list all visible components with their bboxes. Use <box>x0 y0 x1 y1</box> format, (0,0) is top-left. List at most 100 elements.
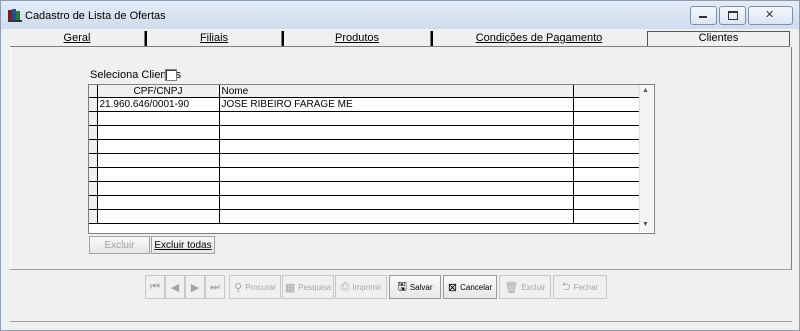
table-row[interactable] <box>89 195 640 210</box>
table-row[interactable] <box>89 139 640 154</box>
minimize-icon <box>699 16 707 18</box>
procurar-button[interactable]: ⚲ Procurar <box>229 275 281 299</box>
last-record-button[interactable]: ⏭ <box>205 275 225 299</box>
cell-extra[interactable] <box>573 195 640 210</box>
clients-grid[interactable]: CPF/CNPJ Nome 21.960.646/0001-90 JOSE RIB… <box>88 84 655 234</box>
table-row[interactable] <box>89 209 640 224</box>
row-indicator <box>89 125 98 140</box>
cell-extra[interactable] <box>573 153 640 168</box>
title-bar: Cadastro de Lista de Ofertas ✕ <box>1 1 799 29</box>
seleciona-clientes-checkbox[interactable] <box>165 69 177 81</box>
cell-nome[interactable] <box>219 181 574 196</box>
column-header-cpf-cnpj[interactable]: CPF/CNPJ <box>97 85 220 98</box>
bottom-divider <box>10 321 792 322</box>
cell-cpf-cnpj[interactable] <box>97 111 220 126</box>
save-icon: 🖫 <box>397 280 407 293</box>
previous-icon: ◀ <box>170 281 180 294</box>
cancelar-label: Cancelar <box>460 282 493 292</box>
column-header-nome[interactable]: Nome <box>219 85 574 98</box>
pesquisa-button[interactable]: ▦ Pesquisa <box>282 275 334 299</box>
trash-icon: 🗑 <box>504 281 519 294</box>
fechar-label: Fechar <box>573 282 599 292</box>
tab-filiais[interactable]: Filiais <box>147 31 281 46</box>
divider <box>10 269 792 270</box>
imprimir-button[interactable]: ⎙ Imprimir <box>335 275 387 299</box>
row-indicator <box>89 195 98 210</box>
cell-extra[interactable] <box>573 139 640 154</box>
excluir-toolbar-button[interactable]: 🗑 Excluir <box>499 275 551 299</box>
cell-cpf-cnpj[interactable] <box>97 125 220 140</box>
cell-cpf-cnpj[interactable] <box>97 195 220 210</box>
cell-nome[interactable] <box>219 209 574 224</box>
tab-clientes-label: Clientes <box>698 32 739 44</box>
table-row[interactable] <box>89 153 640 168</box>
pesquisa-label: Pesquisa <box>298 282 332 292</box>
cell-extra[interactable] <box>573 209 640 224</box>
cell-extra[interactable] <box>573 111 640 126</box>
cell-cpf-cnpj[interactable] <box>97 167 220 182</box>
cell-extra[interactable] <box>573 181 640 196</box>
last-icon: ⏭ <box>210 280 220 293</box>
close-button[interactable]: ✕ <box>748 6 793 25</box>
excluir-todas-button[interactable]: Excluir todas <box>151 236 215 254</box>
column-header-extra[interactable] <box>573 85 640 98</box>
cell-cpf-cnpj[interactable] <box>97 139 220 154</box>
row-indicator <box>89 181 98 196</box>
tab-geral[interactable]: Geral <box>10 31 144 46</box>
next-icon: ▶ <box>190 281 200 294</box>
binoculars-icon: ⚲ <box>234 281 243 294</box>
scroll-up-icon[interactable]: ▲ <box>642 87 649 94</box>
exit-icon: ⮌ <box>561 280 571 293</box>
cancelar-button[interactable]: ⊠ Cancelar <box>443 275 497 299</box>
tab-condicoes-pagamento[interactable]: Condições de Pagamento <box>433 31 645 46</box>
cell-cpf-cnpj[interactable]: 21.960.646/0001-90 <box>97 97 220 112</box>
books-icon <box>8 9 22 22</box>
excluir-button[interactable]: Excluir <box>89 236 150 254</box>
excluir-todas-label: Excluir todas <box>154 240 212 251</box>
cell-cpf-cnpj[interactable] <box>97 153 220 168</box>
table-row[interactable]: 21.960.646/0001-90 JOSE RIBEIRO FARAGE ME <box>89 97 640 112</box>
row-indicator <box>89 209 98 224</box>
tab-geral-label: Geral <box>63 32 91 44</box>
cell-extra[interactable] <box>573 167 640 182</box>
row-indicator <box>89 167 98 182</box>
fechar-button[interactable]: ⮌ Fechar <box>553 275 607 299</box>
cell-nome[interactable] <box>219 139 574 154</box>
tab-condicoes-label: Condições de Pagamento <box>475 32 603 44</box>
tab-clientes[interactable]: Clientes <box>647 31 790 46</box>
maximize-icon <box>728 11 738 20</box>
grid-indicator-header <box>89 85 98 98</box>
cell-nome[interactable] <box>219 195 574 210</box>
maximize-button[interactable] <box>719 6 746 25</box>
cell-extra[interactable] <box>573 97 640 112</box>
minimize-button[interactable] <box>690 6 717 25</box>
first-record-button[interactable]: ⏮ <box>145 275 165 299</box>
excluir-toolbar-label: Excluir <box>521 282 546 292</box>
row-indicator <box>89 111 98 126</box>
cell-nome[interactable] <box>219 167 574 182</box>
next-record-button[interactable]: ▶ <box>185 275 205 299</box>
row-indicator <box>89 97 98 112</box>
cell-cpf-cnpj[interactable] <box>97 209 220 224</box>
cell-extra[interactable] <box>573 125 640 140</box>
printer-icon: ⎙ <box>340 280 350 293</box>
row-indicator <box>89 139 98 154</box>
cell-nome[interactable]: JOSE RIBEIRO FARAGE ME <box>219 97 574 112</box>
cell-cpf-cnpj[interactable] <box>97 181 220 196</box>
table-row[interactable] <box>89 111 640 126</box>
tab-produtos-label: Produtos <box>334 32 380 44</box>
previous-record-button[interactable]: ◀ <box>165 275 185 299</box>
cancel-icon: ⊠ <box>447 281 458 294</box>
tab-produtos[interactable]: Produtos <box>284 31 430 46</box>
scroll-down-icon[interactable]: ▼ <box>642 221 649 228</box>
cell-nome[interactable] <box>219 111 574 126</box>
tab-bar: Geral Filiais Produtos Condições de Paga… <box>10 31 790 47</box>
first-icon: ⏮ <box>150 280 160 293</box>
table-row[interactable] <box>89 167 640 182</box>
cell-nome[interactable] <box>219 153 574 168</box>
grid-vertical-scrollbar[interactable]: ▲ ▼ <box>639 85 653 232</box>
table-row[interactable] <box>89 181 640 196</box>
cell-nome[interactable] <box>219 125 574 140</box>
salvar-button[interactable]: 🖫 Salvar <box>389 275 441 299</box>
table-row[interactable] <box>89 125 640 140</box>
